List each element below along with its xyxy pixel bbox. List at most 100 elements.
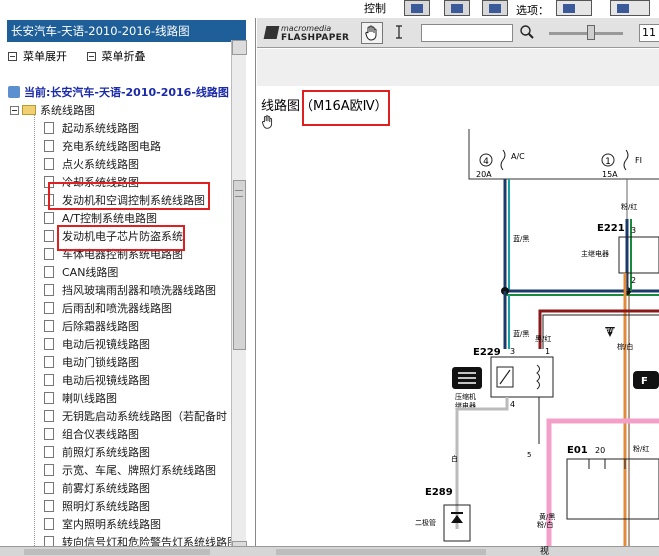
flashpaper-logo: macromedia FLASHPAPER: [263, 24, 357, 44]
document-icon: [44, 302, 54, 314]
brand-top: macromedia: [281, 24, 332, 33]
viewer-toolbar: macromedia FLASHPAPER 11: [257, 18, 659, 48]
wire-red: [538, 309, 659, 349]
collapse-icon: [86, 51, 96, 61]
f-label: F: [641, 376, 648, 387]
hand-tool-button[interactable]: [361, 22, 383, 44]
collapse-all-button[interactable]: 菜单折叠: [86, 48, 146, 64]
collapse-node-icon[interactable]: [10, 106, 19, 115]
expand-all-label: 菜单展开: [23, 50, 67, 63]
e221-pin-3: 3: [631, 226, 636, 235]
tree-item-label: 示宽、车尾、牌照灯系统线路图: [62, 464, 216, 477]
zoom-input[interactable]: 11: [639, 24, 659, 42]
document-icon: [44, 464, 54, 476]
tree-item-label: 后除霜器线路图: [62, 320, 139, 333]
wire-red-edge: [542, 314, 659, 349]
expand-icon: [8, 51, 17, 61]
search-input[interactable]: [421, 24, 513, 42]
highlight-box-engine-ac: [48, 182, 210, 210]
e221-pin-2: 2: [631, 276, 636, 285]
diode-icon: [451, 515, 463, 523]
tree-item[interactable]: 起动系统线路图: [44, 120, 139, 138]
horizontal-scrollbar-left[interactable]: [24, 549, 210, 555]
tree-item[interactable]: 示宽、车尾、牌照灯系统线路图: [44, 462, 216, 480]
tree-scrollbar[interactable]: [231, 40, 247, 556]
wire-label-9: 棕/白: [617, 342, 633, 351]
tree-item[interactable]: 喇叭线路图: [44, 390, 117, 408]
search-icon: [520, 25, 534, 39]
tree-item[interactable]: 电动后视镜线路图: [44, 372, 150, 390]
search-button[interactable]: [517, 22, 539, 44]
wire-label-2: 蓝/黑: [513, 329, 529, 338]
fuse-1-symbol: [623, 149, 629, 171]
document-icon: [44, 356, 54, 368]
zoom-slider-thumb[interactable]: [587, 25, 595, 40]
document-icon: [44, 500, 54, 512]
status-text: 视: [540, 547, 550, 556]
next-page-button[interactable]: [482, 0, 508, 16]
document-icon: [44, 230, 54, 242]
wire-label-5: 粉/白: [537, 520, 553, 529]
e229-pin-3: 3: [510, 347, 515, 356]
e01-pin-20: 20: [595, 446, 605, 455]
e289-label: E289: [425, 487, 453, 498]
fuse-1-rating: 15A: [602, 170, 618, 179]
tree-item[interactable]: 无钥匙启动系统线路图（若配备时: [44, 408, 227, 426]
tree-item[interactable]: 充电系统线路图电路: [44, 138, 161, 156]
tree-item[interactable]: 后雨刮和喷洗器线路图: [44, 300, 172, 318]
zoom-slider-track[interactable]: [549, 32, 623, 35]
expand-all-button[interactable]: 菜单展开: [8, 48, 67, 64]
fuse-1-number: 1: [605, 157, 611, 167]
tree-item[interactable]: 照明灯系统线路图: [44, 498, 150, 516]
fuse-1-name: FI: [635, 156, 642, 165]
tree-item-label: 电动后视镜线路图: [62, 374, 150, 387]
tree-item-label: 起动系统线路图: [62, 122, 139, 135]
tree-item[interactable]: 后除霜器线路图: [44, 318, 139, 336]
horizontal-scrollbar-right[interactable]: [276, 549, 486, 555]
tree-item-label: 前雾灯系统线路图: [62, 482, 150, 495]
e01-pin-stubs: [588, 459, 626, 469]
tree-item-label: 电动后视镜线路图: [62, 338, 150, 351]
document-icon: [44, 266, 54, 278]
text-select-tool-button[interactable]: [389, 22, 411, 44]
e229-pin-4: 4: [510, 400, 515, 409]
tree-item-label: 充电系统线路图电路: [62, 140, 161, 153]
text-cursor-icon: [396, 25, 402, 39]
wiring-diagram: 4 A/C 20A 1 FI 15A 蓝/黑 蓝/黑 E221 主继电器 3 2…: [415, 129, 659, 546]
scroll-up-arrow[interactable]: [232, 40, 247, 55]
first-page-button[interactable]: [404, 0, 430, 16]
e229-name-1: 压缩机: [455, 392, 476, 401]
tree-item[interactable]: 室内照明系统线路图: [44, 516, 161, 534]
tree-item[interactable]: CAN线路图: [44, 264, 118, 282]
tree-item[interactable]: 电动后视镜线路图: [44, 336, 150, 354]
wire-pink: [546, 418, 659, 546]
tree-folder-system-diagrams[interactable]: 系统线路图: [10, 102, 95, 120]
document-icon: [44, 392, 54, 404]
tree-item[interactable]: 挡风玻璃雨刮器和喷洗器线路图: [44, 282, 216, 300]
tree-item[interactable]: 前照灯系统线路图: [44, 444, 150, 462]
scrollbar-thumb[interactable]: [233, 180, 246, 350]
tree-item-label: 室内照明系统线路图: [62, 518, 161, 531]
tree-item[interactable]: 点火系统线路图: [44, 156, 139, 174]
wire-label-1: 蓝/黑: [513, 234, 529, 243]
wire-label-3: 黑/红: [535, 334, 551, 343]
document-icon: [44, 446, 54, 458]
help-icon[interactable]: [610, 0, 650, 16]
tree-item-label: 电动门锁线路图: [62, 356, 139, 369]
flashpaper-window: 控制 选项： 长安汽车-天语-2010-2016-线路图 菜单展开 菜单折叠 当…: [0, 0, 659, 556]
current-book-label: 当前:长安汽车-天语-2010-2016-线路图: [24, 86, 229, 99]
tree-controls: 菜单展开 菜单折叠: [8, 48, 162, 64]
tree-item[interactable]: 前雾灯系统线路图: [44, 480, 150, 498]
options-icon[interactable]: [556, 0, 592, 16]
previous-page-button[interactable]: [444, 0, 470, 16]
fuse-4-number: 4: [483, 157, 489, 167]
folder-icon: [22, 105, 36, 115]
wire-label-6: 黄/黑: [539, 512, 555, 521]
fuse-4-name: A/C: [511, 152, 525, 161]
brand-main: FLASHPAPER: [281, 33, 350, 43]
document-view[interactable]: 线路图（M16A欧Ⅳ） 4 A/C 20A 1 FI 15A 蓝/黑 蓝/黑 E…: [257, 49, 659, 546]
tree-current-book[interactable]: 当前:长安汽车-天语-2010-2016-线路图: [8, 84, 229, 102]
tree-item[interactable]: 组合仪表线路图: [44, 426, 139, 444]
tree-item[interactable]: 电动门锁线路图: [44, 354, 139, 372]
navigation-panel: 长安汽车-天语-2010-2016-线路图 菜单展开 菜单折叠 当前:长安汽车-…: [0, 18, 256, 556]
